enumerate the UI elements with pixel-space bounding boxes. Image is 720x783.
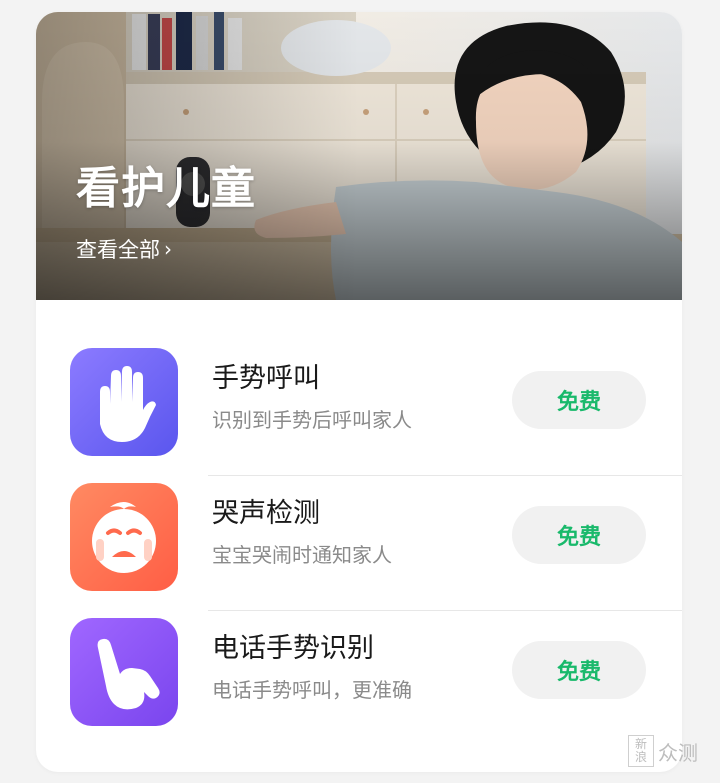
view-all-link[interactable]: 查看全部 ›: [76, 234, 172, 264]
list-item-phone-gesture[interactable]: 电话手势识别 电话手势呼叫，更准确 免费: [36, 570, 682, 726]
watermark-seal: 新 浪: [628, 735, 654, 767]
chevron-right-icon: ›: [164, 237, 172, 261]
list-item-gesture-call[interactable]: 手势呼叫 识别到手势后呼叫家人 免费: [36, 300, 682, 476]
feature-subtitle: 宝宝哭闹时通知家人: [212, 543, 392, 567]
feature-subtitle: 电话手势呼叫，更准确: [212, 678, 412, 702]
hero-banner[interactable]: 看护儿童 查看全部 ›: [36, 12, 682, 300]
hero-title: 看护儿童: [76, 163, 256, 214]
watermark-text: 众测: [658, 740, 698, 765]
feature-list: 手势呼叫 识别到手势后呼叫家人 免费 哭声检测 宝宝哭闹时通知家人 免费 电话手…: [36, 300, 682, 726]
feature-title: 电话手势识别: [212, 633, 374, 664]
seal-bottom-char: 浪: [634, 750, 647, 764]
watermark: 新 浪 众测: [628, 735, 698, 767]
free-button[interactable]: 免费: [512, 371, 646, 429]
feature-title: 哭声检测: [212, 498, 320, 529]
free-button[interactable]: 免费: [512, 506, 646, 564]
feature-subtitle: 识别到手势后呼叫家人: [212, 408, 412, 432]
free-button[interactable]: 免费: [512, 641, 646, 699]
view-all-label: 查看全部: [76, 238, 160, 262]
list-item-cry-detection[interactable]: 哭声检测 宝宝哭闹时通知家人 免费: [36, 435, 682, 611]
feature-title: 手势呼叫: [212, 363, 320, 394]
phone-gesture-hand-icon: [70, 618, 178, 726]
feature-card: 看护儿童 查看全部 › 手势呼叫 识别到手势后呼叫家人 免费 哭声检测 宝宝哭闹…: [36, 12, 682, 772]
